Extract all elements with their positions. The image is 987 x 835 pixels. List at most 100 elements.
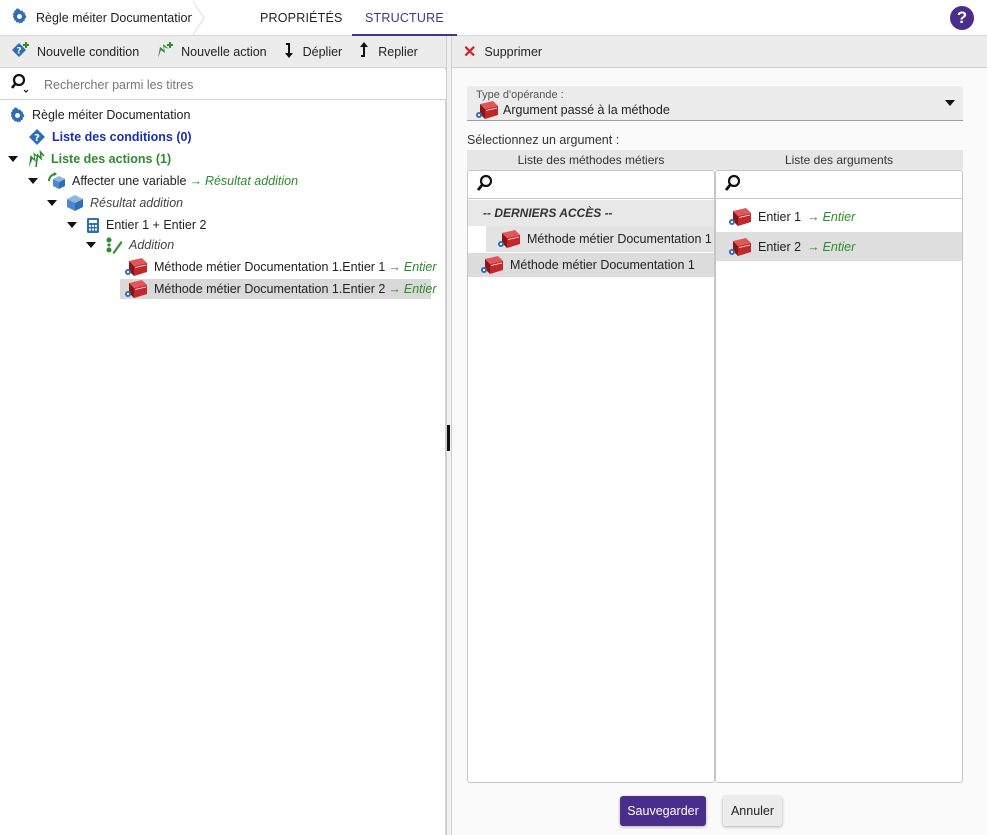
svg-text:?: ? <box>16 47 21 57</box>
tree-node-actions[interactable]: Liste des actions (1) <box>8 149 171 169</box>
tree-node-label: Résultat addition <box>90 196 184 210</box>
method-label: Méthode métier Documentation 1 <box>510 258 695 272</box>
method-book-icon <box>479 255 504 275</box>
tree-search-input[interactable]: Rechercher parmi les titres <box>0 70 446 100</box>
arrow-label: → <box>807 209 820 224</box>
methods-search-input[interactable] <box>468 171 714 199</box>
editor-toolbar: ✕ Supprimer <box>452 36 987 68</box>
method-book-icon <box>123 279 148 299</box>
arrow-label: → <box>388 282 401 296</box>
tree-node-operand-selected[interactable]: Méthode métier Documentation 1.Entier 2 … <box>120 279 437 299</box>
breadcrumb-title: Règle méiter Documentation <box>36 11 195 25</box>
collapse-arrow-icon <box>358 41 378 62</box>
argument-section-label: Sélectionnez un argument : <box>467 133 620 147</box>
variable-cube-icon <box>66 194 84 212</box>
arguments-search-input[interactable] <box>716 171 962 199</box>
save-button[interactable]: Sauvegarder <box>620 796 706 826</box>
tree-toolbar: ? Nouvelle condition Nouvelle action Dép… <box>0 36 446 68</box>
calculator-icon <box>86 217 100 234</box>
method-item[interactable]: Méthode métier Documentation 1 <box>468 253 714 277</box>
collapse-all-button[interactable]: Replier <box>347 36 423 68</box>
search-icon <box>724 174 742 195</box>
method-book-icon <box>496 229 521 249</box>
new-condition-label: Nouvelle condition <box>37 44 140 59</box>
recent-method-item[interactable]: Méthode métier Documentation 1 <box>486 226 714 252</box>
tree-node-label: Affecter une variable <box>72 174 187 188</box>
add-condition-icon: ? <box>11 41 37 62</box>
operand-type-select[interactable]: Type d'opérande : Argument passé à la mé… <box>467 86 963 121</box>
node-editor-panel: ✕ Supprimer Type d'opérande : Argument p… <box>452 36 987 835</box>
type-label: Entier <box>403 260 437 274</box>
action-icon <box>27 150 45 168</box>
tree-node-label: Méthode métier Documentation 1.Entier 1 <box>154 260 386 274</box>
assign-variable-icon <box>47 172 66 190</box>
recent-access-header: -- DERNIERS ACCÈS -- <box>468 200 714 226</box>
type-label: Entier <box>822 239 856 254</box>
new-condition-button[interactable]: ? Nouvelle condition <box>0 36 144 68</box>
type-label: Entier <box>822 209 856 224</box>
operand-type-value: Argument passé à la méthode <box>503 103 670 117</box>
tree-node-label: Entier 1 + Entier 2 <box>106 218 207 232</box>
search-placeholder: Rechercher parmi les titres <box>44 77 194 92</box>
method-label: Méthode métier Documentation 1 <box>527 232 712 246</box>
tree-node-root[interactable]: Règle méiter Documentation <box>9 105 190 125</box>
tree-node-expression[interactable]: Entier 1 + Entier 2 <box>67 215 206 235</box>
expand-label: Déplier <box>302 44 343 59</box>
argument-label: Entier 1 <box>758 209 802 224</box>
collapse-triangle-icon[interactable] <box>28 178 38 184</box>
search-icon <box>476 174 494 195</box>
svg-text:?: ? <box>34 133 40 144</box>
cancel-button[interactable]: Annuler <box>723 796 782 826</box>
collapse-triangle-icon[interactable] <box>67 222 77 228</box>
arrow-label: → <box>189 174 202 188</box>
tab-properties[interactable]: PROPRIÉTÉS <box>260 0 343 36</box>
gear-icon <box>9 106 26 124</box>
breadcrumb-separator <box>192 0 205 36</box>
collapse-triangle-icon[interactable] <box>47 200 57 206</box>
argument-item[interactable]: Entier 1 → Entier <box>716 202 962 231</box>
collapse-triangle-icon[interactable] <box>86 242 96 248</box>
assign-target-label: Résultat addition <box>204 174 299 188</box>
operation-pencil-icon <box>105 236 123 254</box>
tree-node-operand[interactable]: Méthode métier Documentation 1.Entier 1 … <box>120 257 437 277</box>
tree-node-label: Liste des conditions (0) <box>52 130 192 144</box>
new-action-label: Nouvelle action <box>181 44 267 59</box>
app-window: Règle méiter Documentation PROPRIÉTÉS ST… <box>0 0 987 835</box>
splitter-grip[interactable] <box>447 425 450 451</box>
tree-node-variable[interactable]: Résultat addition <box>47 193 183 213</box>
top-bar: Règle méiter Documentation PROPRIÉTÉS ST… <box>0 0 987 36</box>
condition-icon: ? <box>28 128 46 146</box>
tree-node-label: Règle méiter Documentation <box>32 108 191 122</box>
collapse-triangle-icon[interactable] <box>8 156 18 162</box>
arrow-label: → <box>388 260 401 274</box>
method-book-icon <box>474 100 499 123</box>
delete-icon: ✕ <box>463 43 477 61</box>
arrow-label: → <box>807 239 820 254</box>
expand-all-button[interactable]: Déplier <box>272 36 348 68</box>
method-book-icon <box>123 257 148 277</box>
expand-arrow-icon <box>283 41 303 62</box>
new-action-button[interactable]: Nouvelle action <box>144 36 271 68</box>
tab-structure[interactable]: STRUCTURE <box>352 0 457 36</box>
tree-node-assign-variable[interactable]: Affecter une variable → Résultat additio… <box>28 171 298 191</box>
argument-label: Entier 2 <box>758 239 802 254</box>
structure-tree-panel: ? Nouvelle condition Nouvelle action Dép… <box>0 36 446 835</box>
tree-node-operation[interactable]: Addition <box>86 235 174 255</box>
collapse-label: Replier <box>378 44 418 59</box>
help-icon[interactable]: ? <box>950 6 974 30</box>
argument-item-selected[interactable]: Entier 2 → Entier <box>716 232 962 261</box>
methods-list-header: Liste des méthodes métiers <box>467 150 715 170</box>
type-label: Entier <box>403 282 437 296</box>
add-action-icon <box>155 41 181 62</box>
tree-node-label: Liste des actions (1) <box>51 152 172 166</box>
delete-button[interactable]: Supprimer <box>484 45 542 59</box>
method-book-icon <box>727 207 752 227</box>
chevron-down-icon <box>945 100 955 106</box>
gear-icon <box>11 8 28 28</box>
tree-node-label: Méthode métier Documentation 1.Entier 2 <box>154 282 386 296</box>
breadcrumb[interactable]: Règle méiter Documentation <box>0 0 205 36</box>
method-book-icon <box>727 237 752 257</box>
methods-list: -- DERNIERS ACCÈS -- Méthode métier Docu… <box>467 170 715 783</box>
tree-node-conditions[interactable]: ? Liste des conditions (0) <box>28 127 192 147</box>
arguments-list: Entier 1 → Entier Entier 2 → Entier <box>715 170 963 783</box>
